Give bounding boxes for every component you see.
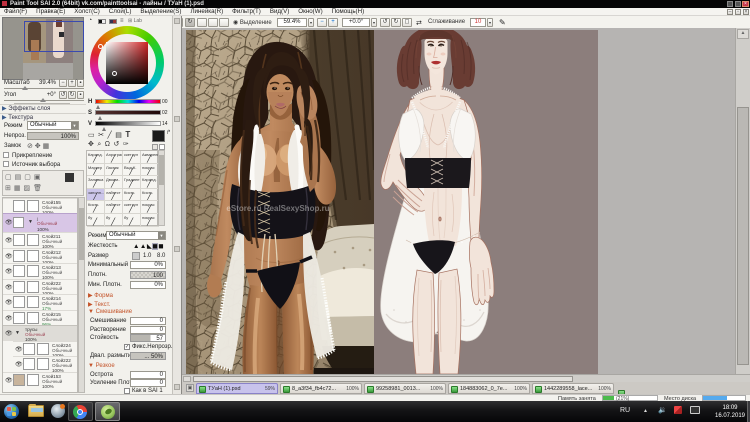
- svg-text:eStore.ru RealSexyShop.ru: eStore.ru RealSexyShop.ru: [226, 204, 329, 213]
